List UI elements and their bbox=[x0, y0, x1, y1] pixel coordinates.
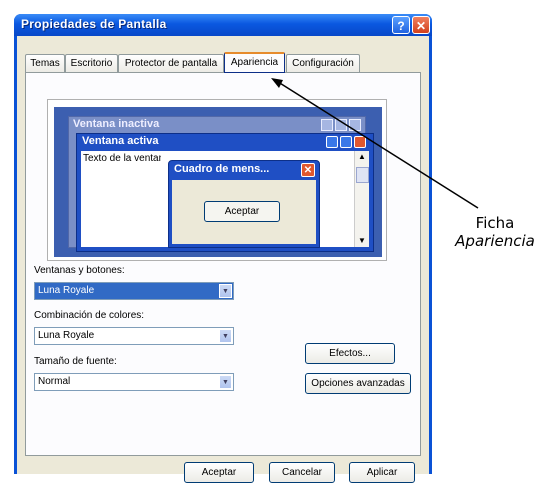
annotation-line-2: Apariencia bbox=[455, 232, 535, 250]
annotation-line-1: Ficha bbox=[475, 214, 515, 232]
annotation-label: Ficha Apariencia bbox=[455, 214, 535, 250]
tab-apariencia[interactable]: Apariencia bbox=[224, 52, 285, 73]
